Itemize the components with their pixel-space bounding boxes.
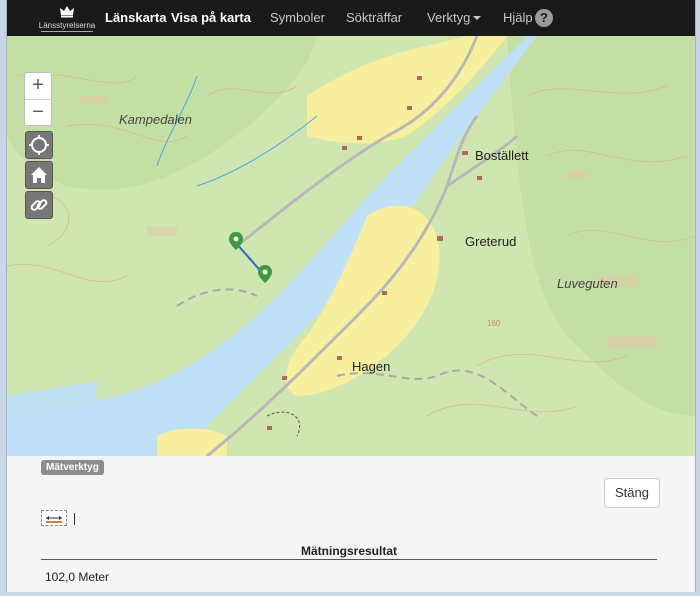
map-view[interactable]: 160 Kampedalen Boställett Greterud Luveg… [7,36,695,456]
nav-symboler[interactable]: Symboler [270,10,325,25]
nav-visa-pa-karta[interactable]: Visa på karta [171,10,251,25]
help-icon[interactable]: ? [535,9,553,27]
logo-text: Länsstyrelserna [38,21,96,30]
window-frame: Länsstyrelserna Länskarta Visa på karta … [0,0,700,596]
nav-lanskarta[interactable]: Länskarta [105,10,166,25]
results-title: Mätningsresultat [300,544,397,558]
nav-hjalp[interactable]: Hjälp [503,10,533,25]
top-navbar: Länsstyrelserna Länskarta Visa på karta … [7,0,695,36]
zoom-control: + − [24,72,52,126]
home-button[interactable] [25,161,53,189]
locate-button[interactable] [25,131,53,159]
home-icon [31,167,47,183]
results-divider [41,559,657,560]
lansstyrelserna-logo[interactable]: Länsstyrelserna [37,4,97,32]
place-label-luveguten: Luveguten [557,276,618,291]
result-value: 102,0 Meter [45,570,110,584]
zoom-out-button[interactable]: − [25,100,51,126]
zoom-in-button[interactable]: + [25,73,51,99]
app-window: Länsstyrelserna Länskarta Visa på karta … [6,0,696,592]
place-label-bostallet: Boställett [475,148,529,163]
logo-underline [41,31,93,32]
chevron-down-icon [473,16,482,20]
svg-text:160: 160 [487,319,501,328]
nav-verktyg[interactable]: Verktyg [427,10,482,25]
crown-icon [60,6,74,18]
link-icon [30,199,48,211]
nav-verktyg-label: Verktyg [427,10,471,25]
nav-soktraffar[interactable]: Sökträffar [346,10,402,25]
close-button[interactable]: Stäng [604,478,660,508]
panel-tag: Mätverktyg [41,460,104,475]
place-label-hagen: Hagen [352,359,391,374]
measure-distance-icon[interactable] [41,510,67,526]
place-label-kampedalen: Kampedalen [119,112,192,127]
text-cursor [74,513,75,525]
measure-panel: Mätverktyg Stäng Mätningsresultat 102,0 … [7,456,695,592]
map-canvas[interactable]: 160 [7,36,695,456]
share-link-button[interactable] [25,191,53,219]
place-label-greterud: Greterud [465,234,517,249]
crosshair-icon [29,135,49,155]
